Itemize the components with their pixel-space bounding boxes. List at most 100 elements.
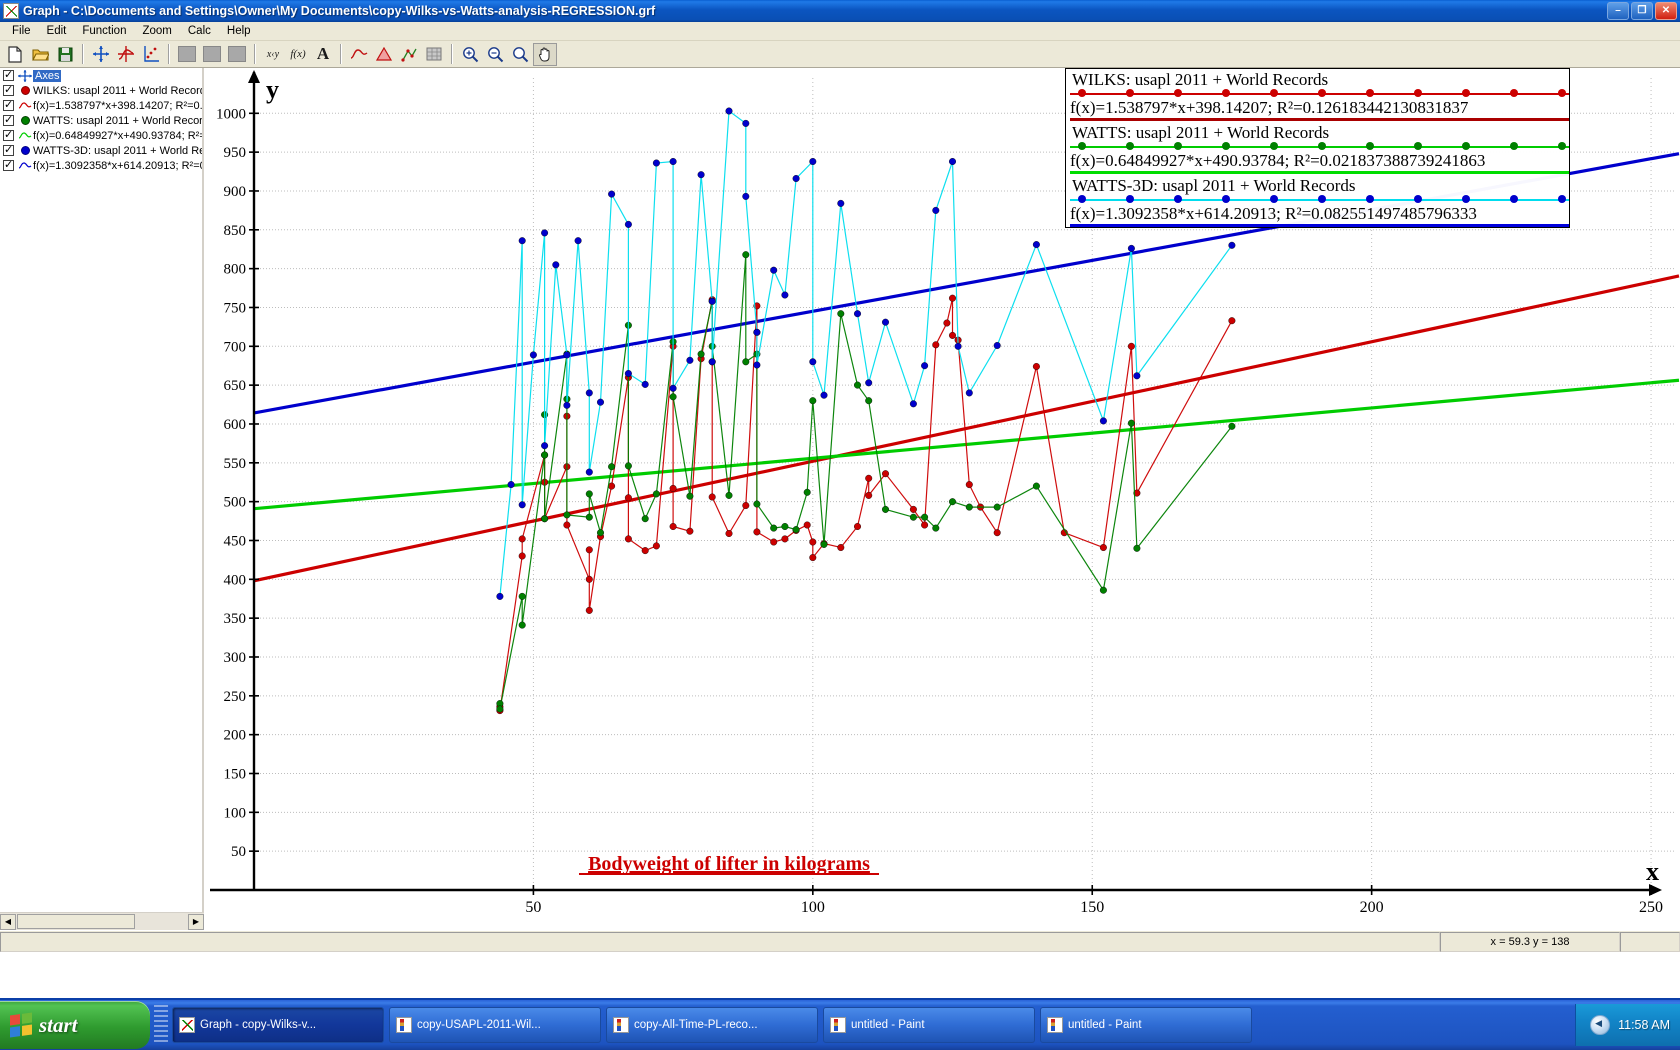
close-button[interactable]: ✕ xyxy=(1655,2,1677,20)
legend-trendline-sample xyxy=(1070,224,1569,227)
toolbar-separator-2 xyxy=(168,44,170,64)
text-label-icon[interactable]: A xyxy=(311,43,335,66)
svg-text:700: 700 xyxy=(224,339,247,355)
tray-arrow-icon[interactable] xyxy=(1590,1015,1611,1035)
toolbar: x‹y f(x) A xyxy=(0,41,1680,68)
tree-item-axes[interactable]: Axes xyxy=(0,68,202,83)
cursor-coordinates-field: x = 59.3 y = 138 xyxy=(1440,931,1620,952)
window-titlebar[interactable]: Graph - C:\Documents and Settings\Owner\… xyxy=(0,0,1680,22)
insert-pointseries-icon[interactable] xyxy=(139,43,163,66)
tree-item-wilks-series[interactable]: WILKS: usapl 2011 + World Records xyxy=(0,83,202,98)
insert-relation-icon[interactable] xyxy=(175,43,199,66)
zoom-window-icon[interactable] xyxy=(508,43,532,66)
start-button[interactable]: start xyxy=(0,1001,150,1049)
restore-button[interactable]: ❐ xyxy=(1631,2,1653,20)
pan-hand-icon[interactable] xyxy=(533,42,557,66)
svg-text:950: 950 xyxy=(224,145,247,161)
legend-series-title: WATTS: usapl 2011 + World Records xyxy=(1072,123,1330,142)
windows-logo-icon xyxy=(10,1012,32,1038)
left-panel-horizontal-scrollbar[interactable]: ◀ ▶ xyxy=(0,912,204,930)
shade-area-icon[interactable] xyxy=(372,43,396,66)
tree-checkbox[interactable] xyxy=(3,128,14,141)
insert-function-icon[interactable] xyxy=(114,43,138,66)
tree-item-wilks-trendline[interactable]: f(x)=1.538797*x+398.14207; R²=0.126 xyxy=(0,98,202,113)
tree-checkbox[interactable] xyxy=(3,98,14,111)
taskbar-item-label: untitled - Paint xyxy=(1068,1019,1142,1031)
tree-checkbox[interactable] xyxy=(3,68,14,81)
scroll-right-arrow[interactable]: ▶ xyxy=(188,913,204,930)
red-dot-icon xyxy=(17,84,33,97)
axes-icon xyxy=(17,69,33,82)
tree-checkbox[interactable] xyxy=(3,83,14,96)
legend-group-watts: WATTS: usapl 2011 + World Records f(x)=0… xyxy=(1066,122,1569,175)
svg-text:250: 250 xyxy=(224,689,247,705)
open-file-icon[interactable] xyxy=(28,43,52,66)
taskbar-item-alltime[interactable]: copy-All-Time-PL-reco... xyxy=(606,1007,818,1043)
svg-text:300: 300 xyxy=(224,650,247,666)
taskbar: start Graph - copy-Wilks-v... copy-USAPL… xyxy=(0,998,1680,1050)
tree-item-watts3d-trendline[interactable]: f(x)=1.3092358*x+614.20913; R²=0.08 xyxy=(0,158,202,173)
taskbar-grip[interactable] xyxy=(154,1005,168,1045)
legend-series-title: WATTS-3D: usapl 2011 + World Records xyxy=(1072,176,1356,195)
taskbar-item-graph[interactable]: Graph - copy-Wilks-v... xyxy=(172,1007,384,1043)
menu-item-calc[interactable]: Calc xyxy=(180,23,219,39)
svg-text:150: 150 xyxy=(224,766,247,782)
scroll-left-arrow[interactable]: ◀ xyxy=(0,913,16,930)
legend-series-title: WILKS: usapl 2011 + World Records xyxy=(1072,70,1329,89)
legend-series-sample xyxy=(1070,89,1569,98)
tree-item-watts-series[interactable]: WATTS: usapl 2011 + World Records xyxy=(0,113,202,128)
taskbar-clock[interactable]: 11:58 AM xyxy=(1618,1018,1670,1032)
tree-item-watts3d-series[interactable]: WATTS-3D: usapl 2011 + World Rec xyxy=(0,143,202,158)
paint-icon xyxy=(396,1017,412,1033)
svg-text:850: 850 xyxy=(224,223,247,239)
tree-item-label: WATTS: usapl 2011 + World Records xyxy=(33,114,202,127)
legend-trendline-formula: f(x)=0.64849927*x+490.93784; R²=0.021837… xyxy=(1070,151,1486,170)
tree-item-label: f(x)=0.64849927*x+490.93784; R²=0.0 xyxy=(33,129,202,142)
xy-table-icon[interactable]: x‹y xyxy=(261,43,285,66)
x-axis-symbol: x xyxy=(1646,857,1659,886)
evaluate-function-icon[interactable]: f(x) xyxy=(286,43,310,66)
tree-item-watts-trendline[interactable]: f(x)=0.64849927*x+490.93784; R²=0.0 xyxy=(0,128,202,143)
taskbar-item-paint-2[interactable]: untitled - Paint xyxy=(1040,1007,1252,1043)
scrollbar-thumb[interactable] xyxy=(17,914,135,929)
svg-text:50: 50 xyxy=(525,899,541,916)
toolbar-separator-5 xyxy=(451,44,453,64)
zoom-in-icon[interactable] xyxy=(458,43,482,66)
graph-legend[interactable]: WILKS: usapl 2011 + World Records f(x)=1… xyxy=(1065,68,1570,228)
tree-item-label: f(x)=1.3092358*x+614.20913; R²=0.08 xyxy=(33,159,202,172)
menu-item-help[interactable]: Help xyxy=(219,23,259,39)
statusbar: x = 59.3 y = 138 xyxy=(0,930,1680,952)
taskbar-item-label: untitled - Paint xyxy=(851,1019,925,1031)
tree-checkbox[interactable] xyxy=(3,143,14,156)
svg-text:1000: 1000 xyxy=(216,106,246,122)
zoom-out-icon[interactable] xyxy=(483,43,507,66)
minimize-button[interactable]: – xyxy=(1607,2,1629,20)
menu-item-function[interactable]: Function xyxy=(74,23,134,39)
menu-item-edit[interactable]: Edit xyxy=(39,23,75,39)
function-list-panel: Axes WILKS: usapl 2011 + World Records f… xyxy=(0,68,204,930)
new-file-icon[interactable] xyxy=(3,43,27,66)
save-file-icon[interactable] xyxy=(53,43,77,66)
tree-checkbox[interactable] xyxy=(3,158,14,171)
green-curve-icon xyxy=(17,129,33,142)
taskbar-item-paint-1[interactable]: untitled - Paint xyxy=(823,1007,1035,1043)
svg-text:50: 50 xyxy=(231,844,246,860)
menu-item-zoom[interactable]: Zoom xyxy=(134,23,179,39)
tree-item-label: WATTS-3D: usapl 2011 + World Rec xyxy=(33,144,202,157)
table-icon[interactable] xyxy=(422,43,446,66)
window-title: Graph - C:\Documents and Settings\Owner\… xyxy=(23,4,656,18)
taskbar-item-usapl[interactable]: copy-USAPL-2011-Wil... xyxy=(389,1007,601,1043)
toolbar-separator-4 xyxy=(340,44,342,64)
menu-item-file[interactable]: File xyxy=(4,23,39,39)
insert-axes-icon[interactable] xyxy=(89,43,113,66)
tree-item-label: f(x)=1.538797*x+398.14207; R²=0.126 xyxy=(33,99,202,112)
svg-text:100: 100 xyxy=(801,899,825,916)
series-1 xyxy=(496,251,1236,713)
legend-trendline-sample xyxy=(1070,118,1569,121)
insert-shading-icon[interactable] xyxy=(200,43,224,66)
svg-text:200: 200 xyxy=(224,728,247,744)
point-series-icon[interactable] xyxy=(397,43,421,66)
trendline-icon[interactable] xyxy=(347,43,371,66)
tree-checkbox[interactable] xyxy=(3,113,14,126)
insert-label-icon[interactable] xyxy=(225,43,249,66)
